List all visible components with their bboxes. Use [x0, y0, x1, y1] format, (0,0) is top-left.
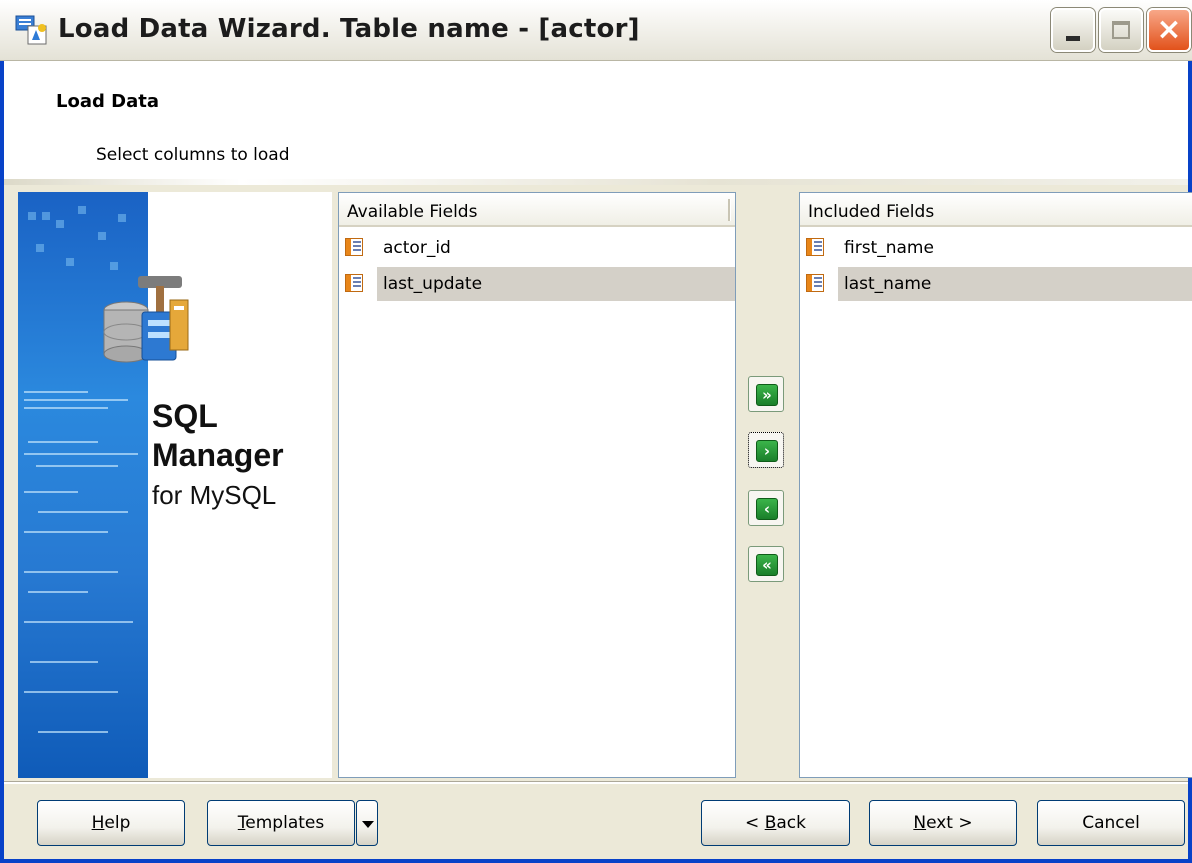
help-label-rest: elp: [104, 813, 131, 833]
close-icon: ×: [1156, 12, 1182, 47]
templates-label-rest: emplates: [245, 813, 325, 833]
load-data-wizard-window: Load Data Wizard. Table name - [actor] ×…: [0, 0, 1192, 863]
list-item-label: last_name: [838, 267, 1192, 301]
help-accesskey: H: [91, 813, 105, 833]
remove-field-button[interactable]: ‹: [748, 490, 784, 526]
step-subtitle: Select columns to load: [96, 145, 290, 165]
list-item[interactable]: actor_id: [339, 231, 735, 265]
available-fields-list[interactable]: Available Fields actor_id last_update: [338, 192, 736, 778]
chevron-down-icon: [362, 821, 374, 828]
double-left-arrow-icon: «: [756, 554, 778, 576]
wizard-header: Load Data Select columns to load: [4, 61, 1188, 179]
wizard-app-icon: [15, 15, 47, 45]
column-resize-handle[interactable]: [728, 199, 731, 221]
maximize-icon: [1112, 21, 1130, 39]
remove-all-fields-button[interactable]: «: [748, 546, 784, 582]
list-item-label: last_update: [377, 267, 735, 301]
templates-dropdown-button[interactable]: [356, 800, 378, 846]
back-prefix: <: [745, 813, 765, 833]
list-item[interactable]: first_name: [800, 231, 1192, 265]
maximize-button[interactable]: [1099, 8, 1143, 52]
list-item-label: first_name: [844, 238, 934, 258]
back-button[interactable]: < Back: [701, 800, 850, 846]
next-button[interactable]: Next >: [869, 800, 1017, 846]
footer-divider: [4, 781, 1188, 784]
field-icon: [806, 238, 824, 256]
right-arrow-icon: ›: [756, 440, 778, 462]
left-arrow-icon: ‹: [756, 498, 778, 520]
add-all-fields-button[interactable]: »: [748, 376, 784, 412]
brand-line-for-mysql: for MySQL: [152, 480, 277, 510]
help-button[interactable]: Help: [37, 800, 185, 846]
brand-line-sql: SQL: [152, 398, 218, 434]
cancel-button[interactable]: Cancel: [1037, 800, 1185, 846]
next-accesskey: N: [913, 813, 927, 833]
templates-button[interactable]: Templates: [207, 800, 355, 846]
field-icon: [345, 274, 363, 292]
included-fields-header[interactable]: Included Fields: [800, 193, 1192, 227]
list-item-label: actor_id: [383, 238, 451, 258]
included-fields-header-label: Included Fields: [808, 202, 935, 222]
included-fields-list[interactable]: Included Fields first_name last_name: [799, 192, 1192, 778]
add-field-button[interactable]: ›: [748, 432, 784, 468]
next-label-rest: ext >: [926, 813, 973, 833]
minimize-button[interactable]: [1051, 8, 1095, 52]
list-item[interactable]: last_update: [339, 267, 735, 301]
brand-line-manager: Manager: [152, 437, 284, 473]
header-divider: [4, 179, 1188, 185]
double-right-arrow-icon: »: [756, 384, 778, 406]
title-bar[interactable]: Load Data Wizard. Table name - [actor] ×: [0, 0, 1192, 61]
available-fields-header-label: Available Fields: [347, 202, 478, 222]
step-title: Load Data: [56, 91, 159, 112]
back-accesskey: B: [764, 813, 777, 833]
close-button[interactable]: ×: [1147, 8, 1191, 52]
field-icon: [806, 274, 824, 292]
database-tools-icon: [103, 276, 189, 363]
field-icon: [345, 238, 363, 256]
available-fields-header[interactable]: Available Fields: [339, 193, 735, 227]
list-item[interactable]: last_name: [800, 267, 1192, 301]
minimize-icon: [1066, 36, 1080, 41]
back-label-rest: ack: [776, 813, 806, 833]
product-banner: SQL Manager for MySQL: [18, 192, 332, 778]
window-title: Load Data Wizard. Table name - [actor]: [58, 14, 640, 44]
